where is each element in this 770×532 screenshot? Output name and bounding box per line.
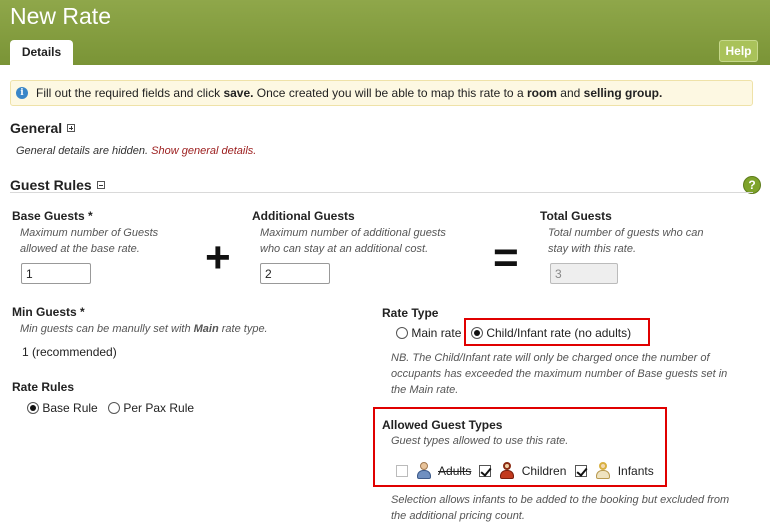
additional-guests-desc-line-2: who can stay at an additional cost.: [260, 243, 429, 255]
base-guests-desc-line-1: Maximum number of Guests: [20, 227, 159, 239]
guest-rules-section-header[interactable]: Guest Rules: [10, 177, 105, 193]
min-guests-label: Min Guests *: [12, 305, 85, 319]
general-hidden-note: General details are hidden. Show general…: [16, 145, 256, 157]
per-pax-rule-radio[interactable]: [108, 402, 120, 414]
additional-guests-label: Additional Guests: [252, 209, 355, 223]
info-text-1: Fill out the required fields and click: [36, 86, 224, 100]
base-guests-desc-line-2: allowed at the base rate.: [20, 243, 140, 255]
general-title: General: [10, 120, 63, 136]
base-rule-option[interactable]: Base Rule: [27, 401, 98, 415]
allowed-guest-types-note-line-2: the additional pricing count.: [391, 510, 525, 522]
allowed-guest-types-label: Allowed Guest Types: [382, 418, 503, 432]
base-guests-input[interactable]: [21, 263, 91, 284]
base-guests-desc: Maximum number of Guests allowed at the …: [20, 225, 158, 257]
tab-details[interactable]: Details: [10, 40, 73, 65]
min-guests-value: 1 (recommended): [22, 345, 117, 359]
expand-icon[interactable]: [67, 124, 76, 132]
main-rate-radio[interactable]: [396, 327, 408, 339]
info-text-2: Once created you will be able to map thi…: [253, 86, 527, 100]
rate-type-note-line-3: the Main rate.: [391, 384, 459, 396]
main-rate-option[interactable]: Main rate: [396, 326, 461, 340]
allowed-guest-types-desc: Guest types allowed to use this rate.: [391, 435, 569, 447]
show-general-details-link[interactable]: Show general details.: [151, 145, 256, 157]
general-hidden-text: General details are hidden.: [16, 145, 152, 157]
general-section-header[interactable]: General: [10, 120, 76, 136]
child-icon: [498, 461, 516, 479]
min-guests-desc-pre: Min guests can be manully set with: [20, 323, 194, 335]
child-infant-rate-radio[interactable]: [471, 327, 483, 339]
additional-guests-desc: Maximum number of additional guests who …: [260, 225, 446, 257]
help-button[interactable]: Help: [719, 40, 758, 62]
base-guests-label: Base Guests *: [12, 209, 93, 223]
min-guests-desc-post: rate type.: [218, 323, 268, 335]
rate-type-label: Rate Type: [382, 306, 439, 320]
equals-sign: =: [493, 233, 519, 282]
info-icon: i: [16, 87, 28, 99]
info-banner: i Fill out the required fields and click…: [10, 80, 753, 106]
min-guests-desc: Min guests can be manully set with Main …: [20, 321, 268, 337]
collapse-icon[interactable]: [96, 181, 105, 189]
guest-type-infants[interactable]: Infants: [575, 461, 654, 479]
total-guests-desc-line-1: Total number of guests who can: [548, 227, 704, 239]
guest-type-children[interactable]: Children: [479, 461, 566, 479]
total-guests-desc-line-2: stay with this rate.: [548, 243, 637, 255]
plus-sign: +: [205, 233, 231, 282]
per-pax-rule-label: Per Pax Rule: [123, 401, 195, 415]
page-title: New Rate: [10, 3, 111, 29]
infants-checkbox[interactable]: [575, 465, 587, 477]
adult-icon: [415, 461, 433, 479]
info-text-3: and: [556, 86, 584, 100]
children-checkbox[interactable]: [479, 465, 491, 477]
allowed-guest-types-note-line-1: Selection allows infants to be added to …: [391, 494, 730, 506]
section-divider: [10, 192, 753, 193]
info-room: room: [526, 86, 557, 100]
info-selling-group: selling group.: [583, 86, 663, 100]
rate-type-note-line-2: occupants has exceeded the maximum numbe…: [391, 368, 728, 380]
base-rule-radio[interactable]: [27, 402, 39, 414]
adults-checkbox: [396, 465, 408, 477]
adults-label: Adults: [438, 464, 472, 478]
total-guests-label: Total Guests: [540, 209, 612, 223]
base-rule-label: Base Rule: [42, 401, 98, 415]
total-guests-input: [550, 263, 618, 284]
per-pax-rule-option[interactable]: Per Pax Rule: [108, 401, 194, 415]
additional-guests-input[interactable]: [260, 263, 330, 284]
allowed-guest-types-note: Selection allows infants to be added to …: [391, 492, 729, 524]
guest-rules-title: Guest Rules: [10, 177, 92, 193]
child-infant-rate-option[interactable]: Child/Infant rate (no adults): [471, 326, 631, 340]
infants-label: Infants: [617, 464, 654, 478]
page-header: New Rate Details Help: [0, 0, 770, 65]
infant-icon: [594, 461, 612, 479]
children-label: Children: [521, 464, 567, 478]
child-infant-rate-label: Child/Infant rate (no adults): [486, 326, 632, 340]
rate-rules-label: Rate Rules: [12, 380, 75, 394]
main-rate-label: Main rate: [411, 326, 462, 340]
total-guests-desc: Total number of guests who can stay with…: [548, 225, 704, 257]
additional-guests-desc-line-1: Maximum number of additional guests: [260, 227, 446, 239]
rate-type-note: NB. The Child/Infant rate will only be c…: [391, 350, 727, 398]
rate-type-note-line-1: NB. The Child/Infant rate will only be c…: [391, 352, 710, 364]
min-guests-desc-bold: Main: [193, 323, 219, 335]
info-save: save.: [223, 86, 254, 100]
guest-type-adults: Adults: [396, 461, 471, 479]
